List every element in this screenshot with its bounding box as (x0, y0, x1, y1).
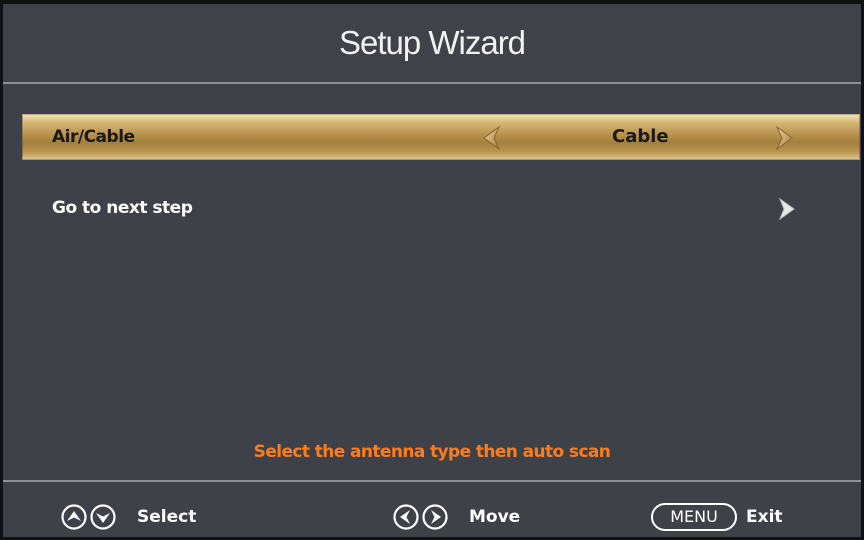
footer-select-group: Select (61, 500, 196, 534)
footer-bar: Select Move MENU Exit (3, 480, 861, 537)
footer-move-label: Move (469, 507, 521, 527)
footer-exit-group: MENU Exit (651, 500, 783, 534)
help-hint: Select the antenna type then auto scan (253, 442, 611, 462)
menu-row-label: Air/Cable (52, 127, 135, 147)
menu-row-air-cable[interactable]: Air/Cable Cable (22, 114, 860, 160)
left-arrow-icon (393, 504, 419, 530)
chevron-left-icon[interactable] (480, 126, 502, 150)
menu-row-next-step[interactable]: Go to next step (22, 185, 860, 231)
right-arrow-icon (422, 504, 448, 530)
title-bar: Setup Wizard (3, 4, 861, 84)
up-arrow-icon (61, 504, 87, 530)
footer-select-label: Select (137, 507, 197, 527)
down-arrow-icon (90, 504, 116, 530)
footer-exit-label: Exit (746, 507, 783, 527)
page-title: Setup Wizard (338, 24, 526, 61)
menu-key-badge: MENU (651, 503, 737, 531)
chevron-right-icon (778, 197, 795, 221)
setup-wizard-screen: Setup Wizard Air/Cable Cable Go to next … (0, 0, 864, 540)
footer-move-group: Move (393, 500, 520, 534)
menu-row-label: Go to next step (52, 198, 193, 218)
air-cable-value: Cable (612, 126, 669, 147)
chevron-right-icon[interactable] (774, 126, 796, 150)
